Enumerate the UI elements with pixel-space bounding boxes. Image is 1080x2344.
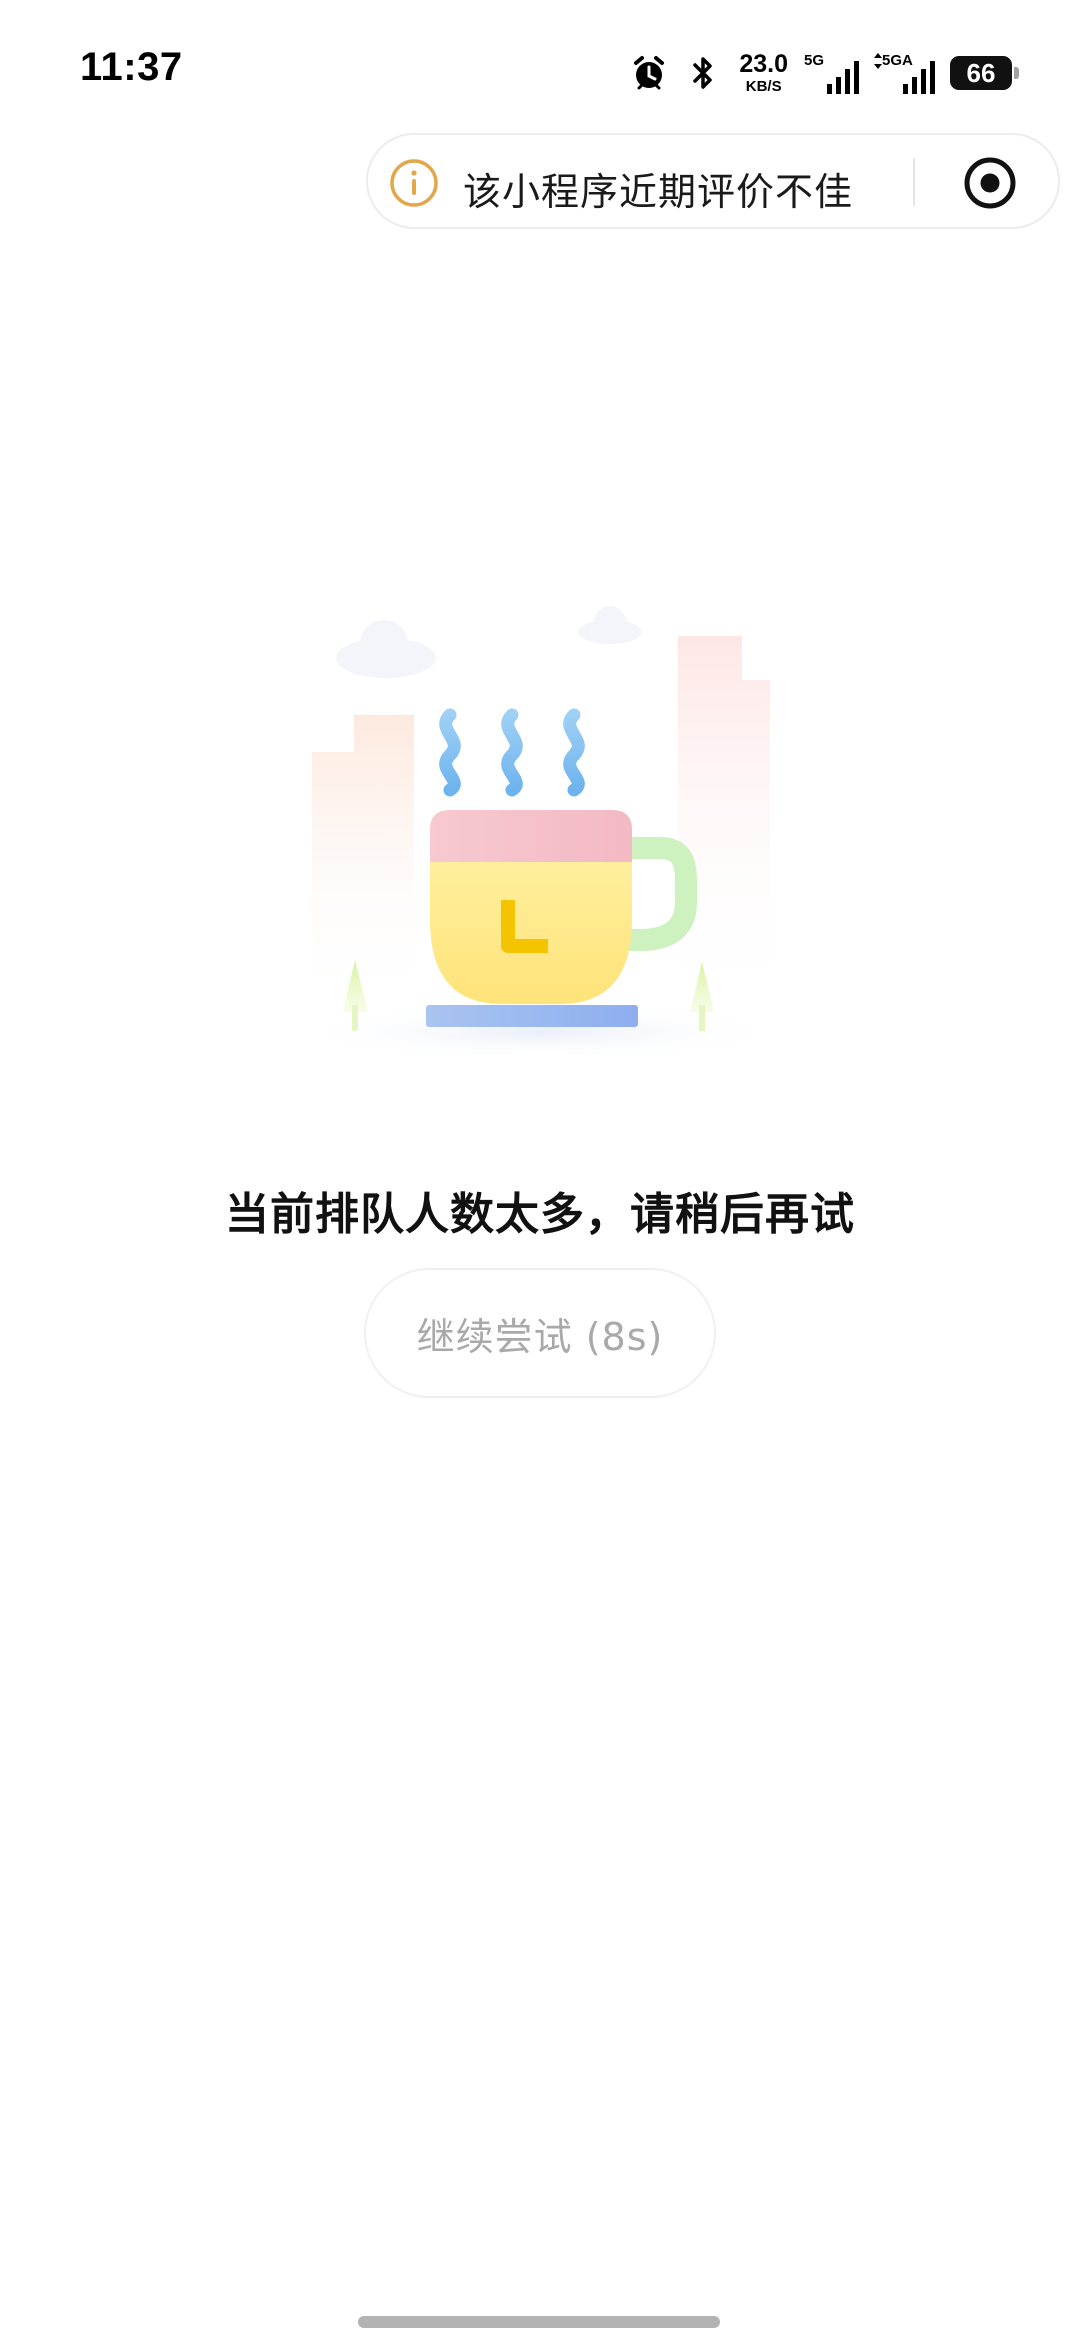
battery-level: 66 bbox=[966, 57, 996, 88]
cloud-left bbox=[336, 620, 436, 678]
home-indicator[interactable] bbox=[358, 2316, 720, 2328]
low-rating-warning-bar[interactable]: 该小程序近期评价不佳 bbox=[366, 133, 1060, 229]
network-speed: 23.0 KB/S bbox=[739, 50, 788, 95]
signal-5g-label: 5G bbox=[804, 52, 825, 69]
alarm-clock-icon bbox=[634, 56, 665, 90]
bluetooth-icon bbox=[693, 57, 713, 89]
signal-5ga: 5GA bbox=[874, 52, 936, 94]
signal-bars-icon bbox=[903, 61, 935, 94]
steam-icon bbox=[439, 708, 585, 797]
retry-button[interactable]: 继续尝试 (8s) bbox=[364, 1268, 716, 1398]
signal-5g: 5G bbox=[804, 52, 860, 94]
cloud-right bbox=[578, 606, 642, 644]
target-icon[interactable] bbox=[960, 153, 1020, 213]
battery-icon: 66 bbox=[950, 56, 1019, 90]
info-icon bbox=[390, 159, 438, 207]
network-speed-unit: KB/S bbox=[745, 78, 782, 95]
coffee-cup-illustration bbox=[290, 606, 790, 1060]
queue-busy-message: 当前排队人数太多，请稍后再试 bbox=[225, 1189, 855, 1240]
network-speed-value: 23.0 bbox=[739, 50, 788, 78]
status-time: 11:37 bbox=[80, 45, 183, 89]
status-icons: 23.0 KB/S 5G 5GA 66 bbox=[629, 48, 1019, 98]
page: 11:37 23.0 KB/S 5G 5GA 66 该小程序近期评价不佳 当前排… bbox=[0, 0, 1080, 2344]
capsule-divider bbox=[913, 158, 915, 206]
status-bar: 11:37 23.0 KB/S 5G 5GA 66 bbox=[0, 0, 1080, 140]
low-rating-warning-text: 该小程序近期评价不佳 bbox=[463, 170, 854, 214]
signal-bars-icon bbox=[827, 61, 859, 94]
data-arrows-icon bbox=[874, 53, 882, 69]
